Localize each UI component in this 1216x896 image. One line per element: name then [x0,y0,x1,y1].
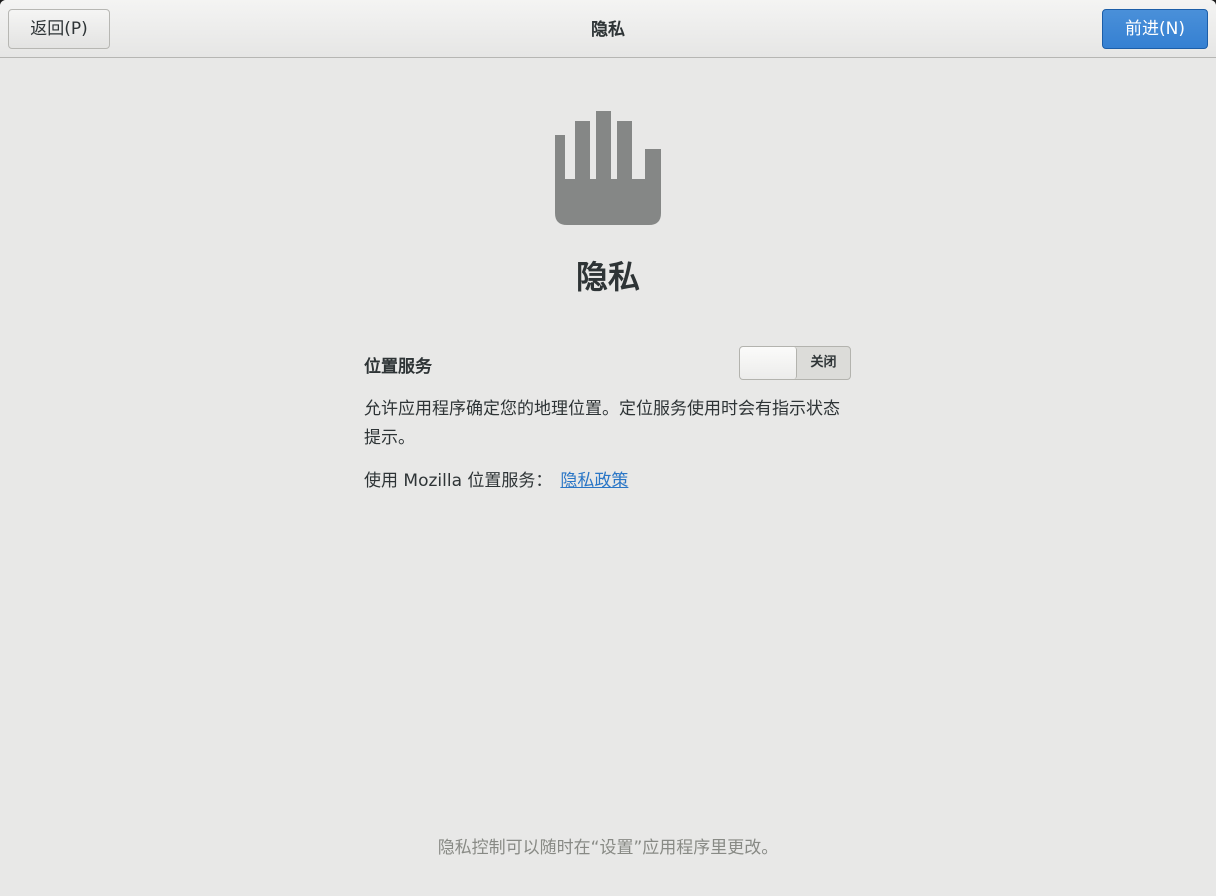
switch-state-label: 关闭 [810,355,837,370]
header-bar: 返回(P) 隐私 前进(N) [0,0,1216,58]
next-button[interactable]: 前进(N) [1102,9,1208,49]
footer-note: 隐私控制可以随时在“设置”应用程序里更改。 [437,838,779,858]
switch-knob [740,347,797,379]
page-title: 隐私 [575,258,640,296]
privacy-policy-link[interactable]: 隐私政策 [560,471,628,491]
mozilla-services-text: 使用 Mozilla 位置服务： [364,471,553,491]
location-services-label: 位置服务 [364,357,432,377]
location-services-switch[interactable]: 关闭 [739,346,851,380]
location-services-description: 允许应用程序确定您的地理位置。定位服务使用时会有指示状态提示。 [364,399,840,448]
header-title: 隐私 [591,20,625,40]
hand-stop-icon [555,111,661,225]
mozilla-services-line: 使用 Mozilla 位置服务： 隐私政策 [364,466,628,491]
back-button[interactable]: 返回(P) [8,9,110,49]
setup-window: 返回(P) 隐私 前进(N) 隐私 位置服务 关闭 允许应用程序确定您的地理位置… [0,0,1216,896]
